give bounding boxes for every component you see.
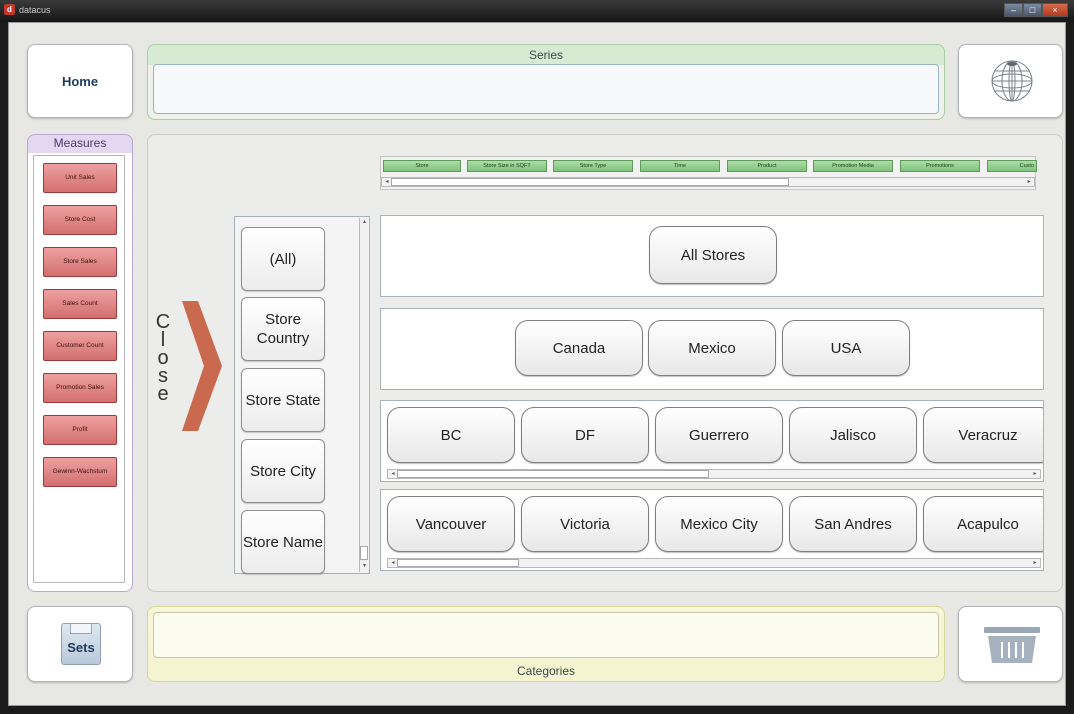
- country-row: Canada Mexico USA: [380, 308, 1044, 390]
- state-row: BC DF Guerrero Jalisco Veracruz ◂ ▸: [380, 400, 1044, 482]
- member-canada[interactable]: Canada: [515, 320, 643, 376]
- member-bc[interactable]: BC: [387, 407, 515, 463]
- globe-button[interactable]: [958, 44, 1063, 118]
- dimension-product[interactable]: Product: [727, 160, 807, 172]
- level-store-name[interactable]: Store Name: [241, 510, 325, 574]
- categories-panel: Categories: [147, 606, 945, 682]
- member-veracruz[interactable]: Veracruz: [923, 407, 1043, 463]
- maximize-icon[interactable]: □: [1023, 3, 1042, 17]
- chevron-right-icon: [182, 301, 222, 431]
- dimension-promotion-media[interactable]: Promotion Media: [813, 160, 893, 172]
- globe-icon: [991, 60, 1033, 102]
- close-label: C l o s e: [155, 311, 171, 405]
- dimension-store-size[interactable]: Store Size in SQFT: [467, 160, 547, 172]
- measure-store-cost[interactable]: Store Cost: [43, 205, 117, 235]
- member-df[interactable]: DF: [521, 407, 649, 463]
- city-scroll-thumb[interactable]: [397, 559, 519, 567]
- measures-list: Unit Sales Store Cost Store Sales Sales …: [33, 155, 125, 583]
- sets-button[interactable]: Sets: [27, 606, 133, 682]
- levels-scroll-thumb[interactable]: [360, 546, 368, 560]
- levels-list: (All) Store Country Store State Store Ci…: [234, 216, 370, 574]
- dimension-store[interactable]: Store: [383, 160, 461, 172]
- level-store-city[interactable]: Store City: [241, 439, 325, 503]
- member-vancouver[interactable]: Vancouver: [387, 496, 515, 552]
- dimension-customers[interactable]: Custo: [987, 160, 1037, 172]
- state-row-scrollbar[interactable]: ◂ ▸: [387, 469, 1041, 479]
- dimension-store-type[interactable]: Store Type: [553, 160, 633, 172]
- member-mexico-city[interactable]: Mexico City: [655, 496, 783, 552]
- measure-promotion-sales[interactable]: Promotion Sales: [43, 373, 117, 403]
- series-panel: Series: [147, 44, 945, 120]
- member-jalisco[interactable]: Jalisco: [789, 407, 917, 463]
- basket-icon: [984, 627, 1040, 663]
- measure-store-sales[interactable]: Store Sales: [43, 247, 117, 277]
- app-logo-icon: d: [4, 4, 15, 15]
- measure-customer-count[interactable]: Customer Count: [43, 331, 117, 361]
- scroll-right-arrow-icon[interactable]: ▸: [1025, 178, 1033, 186]
- window-controls: – □ ×: [1004, 3, 1068, 17]
- member-san-andres[interactable]: San Andres: [789, 496, 917, 552]
- dimensions-bar: Store Store Size in SQFT Store Type Time…: [380, 156, 1037, 190]
- title-bar: d datacus – □ ×: [0, 0, 1074, 22]
- dimensions-scrollbar[interactable]: ◂ ▸: [381, 177, 1035, 187]
- main-panel: C l o s e Store Store Size in SQFT Store…: [147, 134, 1063, 592]
- scroll-left-arrow-icon[interactable]: ◂: [383, 178, 391, 186]
- scroll-right-arrow-icon[interactable]: ▸: [1031, 470, 1039, 478]
- measures-panel: Measures Unit Sales Store Cost Store Sal…: [27, 134, 133, 592]
- measure-unit-sales[interactable]: Unit Sales: [43, 163, 117, 193]
- categories-label: Categories: [516, 664, 576, 678]
- save-disk-icon: Sets: [61, 623, 101, 665]
- member-guerrero[interactable]: Guerrero: [655, 407, 783, 463]
- level-store-country[interactable]: Store Country: [241, 297, 325, 361]
- series-label: Series: [528, 48, 563, 62]
- levels-scrollbar[interactable]: ▴ ▾: [359, 218, 368, 572]
- scroll-right-arrow-icon[interactable]: ▸: [1031, 559, 1039, 567]
- city-row-scrollbar[interactable]: ◂ ▸: [387, 558, 1041, 568]
- measure-sales-count[interactable]: Sales Count: [43, 289, 117, 319]
- measure-gewinn-wachstum[interactable]: Gewinn-Wachstum: [43, 457, 117, 487]
- all-stores-row: All Stores: [380, 215, 1044, 297]
- basket-button[interactable]: [958, 606, 1063, 682]
- scrollbar-thumb[interactable]: [391, 178, 789, 186]
- dimension-promotions[interactable]: Promotions: [900, 160, 980, 172]
- close-icon[interactable]: ×: [1042, 3, 1068, 17]
- state-scroll-thumb[interactable]: [397, 470, 709, 478]
- scroll-left-arrow-icon[interactable]: ◂: [389, 470, 397, 478]
- series-drop-zone[interactable]: [153, 64, 939, 114]
- member-acapulco[interactable]: Acapulco: [923, 496, 1043, 552]
- member-mexico[interactable]: Mexico: [648, 320, 776, 376]
- measures-title: Measures: [53, 136, 107, 150]
- dimension-time[interactable]: Time: [640, 160, 720, 172]
- city-row: Vancouver Victoria Mexico City San Andre…: [380, 489, 1044, 571]
- measure-profit[interactable]: Profit: [43, 415, 117, 445]
- disk-shutter: [70, 624, 92, 634]
- home-button[interactable]: Home: [27, 44, 133, 118]
- minimize-icon[interactable]: –: [1004, 3, 1023, 17]
- scroll-up-arrow-icon[interactable]: ▴: [360, 218, 369, 226]
- sets-button-label: Sets: [67, 639, 95, 655]
- level-all[interactable]: (All): [241, 227, 325, 291]
- scroll-down-arrow-icon[interactable]: ▾: [360, 562, 369, 570]
- categories-drop-zone[interactable]: [153, 612, 939, 658]
- home-button-label: Home: [61, 73, 99, 89]
- app-window: Home Series Measures Unit Sales Store Co…: [8, 22, 1066, 706]
- member-all-stores[interactable]: All Stores: [649, 226, 777, 284]
- window-title: datacus: [19, 5, 51, 15]
- level-store-state[interactable]: Store State: [241, 368, 325, 432]
- close-toggle[interactable]: C l o s e: [152, 301, 226, 433]
- member-usa[interactable]: USA: [782, 320, 910, 376]
- member-victoria[interactable]: Victoria: [521, 496, 649, 552]
- scroll-left-arrow-icon[interactable]: ◂: [389, 559, 397, 567]
